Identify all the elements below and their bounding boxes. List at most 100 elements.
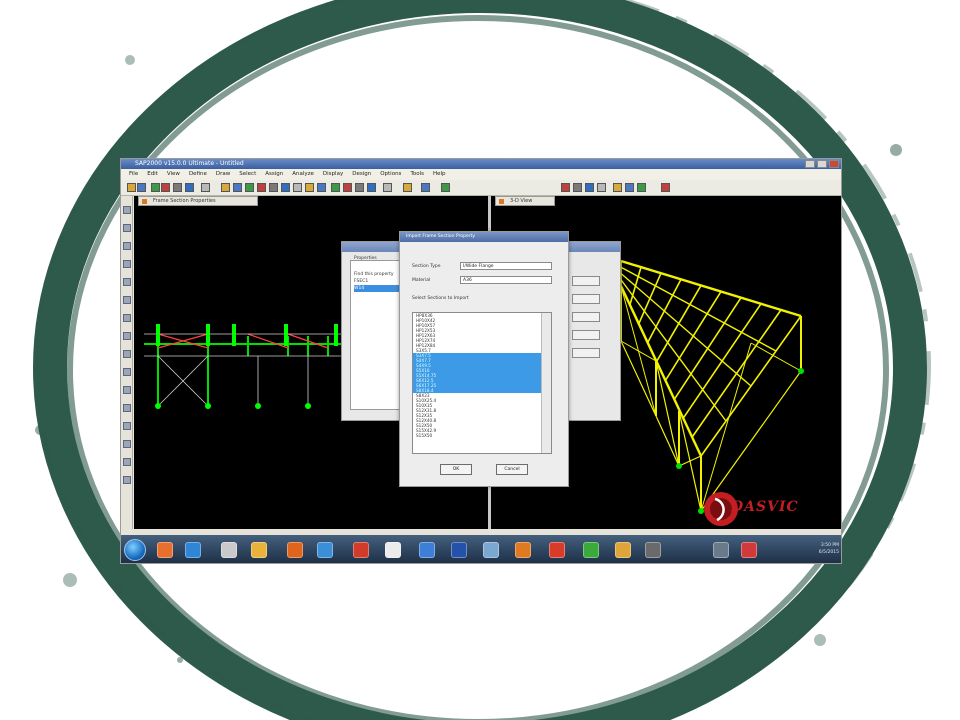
up-arrow-icon[interactable] bbox=[343, 183, 352, 192]
menu-design[interactable]: Design bbox=[352, 169, 371, 180]
chrome-icon[interactable] bbox=[157, 542, 173, 558]
new-file-icon[interactable] bbox=[127, 183, 136, 192]
rotate-3d-icon[interactable] bbox=[281, 183, 290, 192]
display-options-icon[interactable] bbox=[367, 183, 376, 192]
replicate-icon[interactable] bbox=[123, 404, 131, 412]
section-list-item[interactable]: S15X50 bbox=[413, 433, 551, 438]
menu-help[interactable]: Help bbox=[433, 169, 446, 180]
menu-select[interactable]: Select bbox=[239, 169, 256, 180]
zoom-in-icon[interactable] bbox=[233, 183, 242, 192]
vlc-icon[interactable] bbox=[515, 542, 531, 558]
menu-analyze[interactable]: Analyze bbox=[292, 169, 314, 180]
menu-options[interactable]: Options bbox=[380, 169, 401, 180]
view-xz-icon[interactable] bbox=[305, 183, 314, 192]
alert-icon[interactable] bbox=[741, 542, 757, 558]
media-icon[interactable] bbox=[251, 542, 267, 558]
quick-draw-icon[interactable] bbox=[123, 296, 131, 304]
assign-section-icon[interactable] bbox=[123, 368, 131, 376]
grid-icon[interactable] bbox=[597, 183, 606, 192]
add-property-button[interactable] bbox=[572, 294, 600, 304]
view-yz-icon[interactable] bbox=[317, 183, 326, 192]
intersect-icon[interactable] bbox=[123, 332, 131, 340]
show-forces-icon[interactable] bbox=[561, 183, 570, 192]
select-box-icon[interactable] bbox=[123, 314, 131, 322]
merge-icon[interactable] bbox=[123, 458, 131, 466]
opera-icon[interactable] bbox=[549, 542, 565, 558]
lock-icon[interactable] bbox=[201, 183, 210, 192]
frame-section-icon[interactable] bbox=[383, 183, 392, 192]
folder-icon[interactable] bbox=[221, 542, 237, 558]
save-icon[interactable] bbox=[151, 183, 160, 192]
close-button[interactable] bbox=[829, 160, 839, 168]
word-icon[interactable] bbox=[419, 542, 435, 558]
snap-icon[interactable] bbox=[613, 183, 622, 192]
cancel-button[interactable]: Cancel bbox=[496, 464, 528, 475]
menu-define[interactable]: Define bbox=[189, 169, 207, 180]
redo-icon[interactable] bbox=[173, 183, 182, 192]
minimize-button[interactable] bbox=[805, 160, 815, 168]
help-icon[interactable] bbox=[661, 183, 670, 192]
undo-icon[interactable] bbox=[161, 183, 170, 192]
measure-icon[interactable] bbox=[625, 183, 634, 192]
import-property-button[interactable] bbox=[572, 276, 600, 286]
truss-member bbox=[678, 455, 702, 467]
import-dialog-titlebar: Import Frame Section Property bbox=[400, 232, 568, 242]
paint-icon[interactable] bbox=[385, 542, 401, 558]
cloud-icon[interactable] bbox=[483, 542, 499, 558]
design-icon[interactable] bbox=[573, 183, 582, 192]
viewport-right-tab[interactable]: 3-D View bbox=[495, 196, 555, 206]
start-button[interactable] bbox=[124, 539, 146, 561]
settings-icon[interactable] bbox=[645, 542, 661, 558]
menu-assign[interactable]: Assign bbox=[265, 169, 283, 180]
material-icon[interactable] bbox=[403, 183, 412, 192]
delete-property-button[interactable] bbox=[572, 330, 600, 340]
utorrent-icon[interactable] bbox=[583, 542, 599, 558]
windows-taskbar: 3:50 PM 6/5/2015 bbox=[121, 535, 841, 563]
outlook-icon[interactable] bbox=[317, 542, 333, 558]
menu-view[interactable]: View bbox=[167, 169, 180, 180]
pan-icon[interactable] bbox=[269, 183, 278, 192]
menu-edit[interactable]: Edit bbox=[147, 169, 158, 180]
draw-cable-icon[interactable] bbox=[123, 242, 131, 250]
pointer-icon[interactable] bbox=[123, 206, 131, 214]
modify-property-button[interactable] bbox=[572, 312, 600, 322]
draw-frame-icon[interactable] bbox=[123, 224, 131, 232]
maximize-button[interactable] bbox=[817, 160, 827, 168]
show-undeformed-icon[interactable] bbox=[421, 183, 430, 192]
label-icon[interactable] bbox=[637, 183, 646, 192]
refresh-icon[interactable] bbox=[185, 183, 194, 192]
menu-file[interactable]: File bbox=[129, 169, 138, 180]
zoom-out-icon[interactable] bbox=[245, 183, 254, 192]
show-deformed-icon[interactable] bbox=[441, 183, 450, 192]
menu-tools[interactable]: Tools bbox=[410, 169, 424, 180]
delete-icon[interactable] bbox=[123, 476, 131, 484]
restraint-icon[interactable] bbox=[123, 350, 131, 358]
network-icon[interactable] bbox=[713, 542, 729, 558]
ok-button[interactable]: OK bbox=[440, 464, 472, 475]
view-3d-icon[interactable] bbox=[331, 183, 340, 192]
open-file-icon[interactable] bbox=[137, 183, 146, 192]
run-analysis-icon[interactable] bbox=[221, 183, 230, 192]
select-all-icon[interactable] bbox=[585, 183, 594, 192]
divide-icon[interactable] bbox=[123, 440, 131, 448]
draw-area-icon[interactable] bbox=[123, 260, 131, 268]
section-list-scrollbar[interactable] bbox=[541, 313, 551, 453]
down-arrow-icon[interactable] bbox=[355, 183, 364, 192]
view-xy-icon[interactable] bbox=[293, 183, 302, 192]
menu-display[interactable]: Display bbox=[323, 169, 343, 180]
photoshop-icon[interactable] bbox=[451, 542, 467, 558]
section-type-field[interactable]: I/Wide Flange bbox=[460, 262, 552, 270]
firefox-icon[interactable] bbox=[287, 542, 303, 558]
dialog-side-button[interactable] bbox=[572, 348, 600, 358]
sap2000-icon[interactable] bbox=[615, 542, 631, 558]
load-icon[interactable] bbox=[123, 386, 131, 394]
zoom-window-icon[interactable] bbox=[257, 183, 266, 192]
material-select[interactable]: A36 bbox=[460, 276, 552, 284]
draw-joint-icon[interactable] bbox=[123, 278, 131, 286]
pdf-icon[interactable] bbox=[353, 542, 369, 558]
ie-icon[interactable] bbox=[185, 542, 201, 558]
section-list[interactable]: HP8X36 HP10X42 HP10X57 HP12X53 HP12X63 HP12X7… bbox=[412, 312, 552, 454]
menu-draw[interactable]: Draw bbox=[216, 169, 230, 180]
viewport-left-tab[interactable]: Frame Section Properties bbox=[138, 196, 258, 206]
move-icon[interactable] bbox=[123, 422, 131, 430]
